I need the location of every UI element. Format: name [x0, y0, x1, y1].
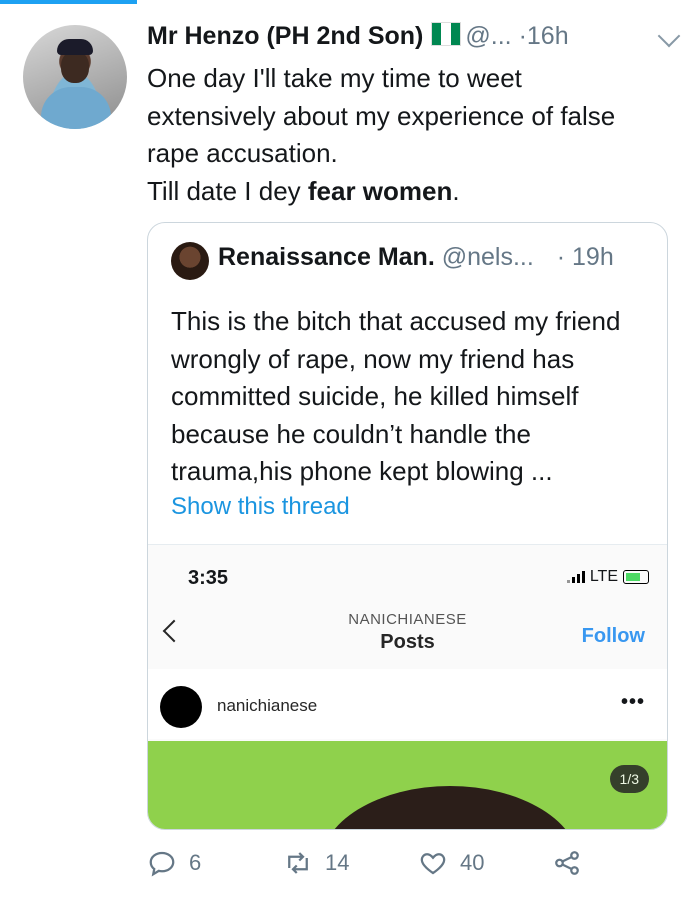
avatar-cap	[57, 39, 93, 55]
share-button[interactable]	[552, 848, 582, 878]
status-bar-right: LTE	[566, 568, 649, 586]
more-options-icon: •••	[620, 691, 645, 713]
tweet-actions: 6 14 40	[147, 848, 647, 888]
instagram-username: nanichianese	[217, 696, 318, 715]
instagram-post-header: nanichianese •••	[148, 669, 667, 739]
tweet-line-4-end: .	[452, 175, 460, 206]
like-count: 40	[460, 850, 485, 875]
quoted-text: This is the bitch that accused my friend…	[171, 306, 621, 486]
instagram-screenshot[interactable]: 3:35 LTE NANICHIANESE Posts Follow nanic…	[148, 544, 667, 829]
active-tab-indicator	[0, 0, 137, 4]
tweet-text: One day I'll take my time to weet extens…	[147, 60, 667, 210]
signal-icon	[566, 571, 585, 583]
instagram-follow-label: Follow	[581, 625, 645, 647]
photo-subject-head	[320, 786, 580, 829]
tweet-line-2: extensively about my experience of false	[147, 100, 616, 131]
status-time: 3:35	[188, 567, 229, 589]
show-thread-link[interactable]: Show this thread	[171, 493, 350, 521]
tweet-line-4: Till date I dey fear women.	[147, 173, 667, 211]
chevron-down-icon[interactable]	[657, 24, 681, 48]
photo-counter: 1/3	[609, 765, 649, 793]
tweet-line-3: rape accusation.	[147, 138, 338, 168]
quoted-tweet-card[interactable]: Renaissance Man. @nels... · 19h This is …	[147, 222, 668, 830]
tweet-line-4-start: Till date I dey	[147, 175, 308, 206]
tweet-time[interactable]: 16h	[527, 22, 569, 50]
author-name[interactable]: Mr Henzo (PH 2nd Son)	[147, 22, 423, 50]
tweet-bold-text: fear women	[307, 175, 453, 206]
quoted-time[interactable]: 19h	[572, 243, 614, 271]
battery-icon	[623, 570, 649, 584]
quoted-handle[interactable]: @nels...	[442, 243, 534, 271]
avatar-face	[61, 51, 89, 83]
like-button[interactable]: 40	[418, 848, 484, 878]
network-type: LTE	[589, 568, 618, 585]
reply-button[interactable]: 6	[147, 848, 201, 878]
author-handle[interactable]: @...	[465, 22, 511, 50]
separator-dot: ·	[518, 22, 527, 50]
retweet-button[interactable]: 14	[283, 848, 349, 878]
tweet-line-1: One day I'll take my time to weet	[147, 63, 522, 93]
reply-count: 6	[189, 850, 202, 875]
quoted-header: Renaissance Man. @nels... · 19h	[218, 243, 648, 272]
share-icon	[555, 851, 579, 875]
reply-icon	[149, 851, 175, 877]
nigeria-flag-icon	[431, 22, 462, 46]
quoted-author-name[interactable]: Renaissance Man.	[218, 243, 435, 271]
like-icon	[420, 853, 446, 875]
quoted-avatar[interactable]	[171, 242, 209, 280]
instagram-photo: 1/3	[148, 741, 667, 829]
retweet-count: 14	[325, 850, 350, 875]
quoted-separator: ·	[556, 243, 566, 271]
retweet-icon	[288, 852, 308, 874]
instagram-profile-pic	[160, 686, 202, 728]
avatar[interactable]	[23, 25, 127, 129]
avatar-shirt	[41, 87, 111, 129]
tweet-header: Mr Henzo (PH 2nd Son) @... ·16h	[147, 22, 681, 58]
